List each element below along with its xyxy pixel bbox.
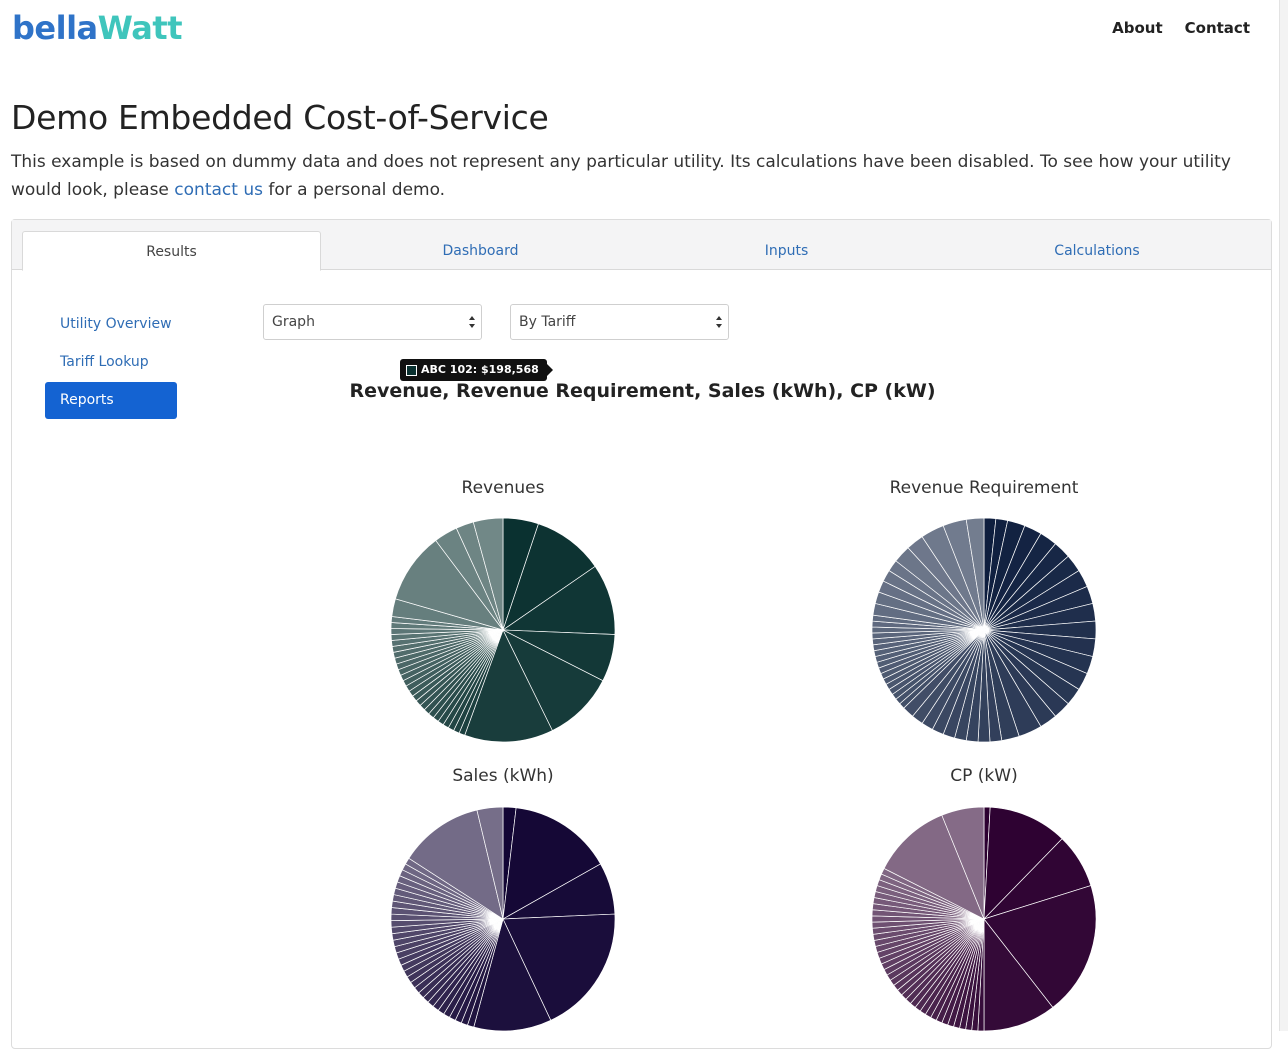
tooltip-text: ABC 102: $198,568 [421,363,539,376]
tooltip-swatch-icon [406,364,417,376]
pie-tooltip: ABC 102: $198,568 [400,359,553,381]
pie-charts [390,517,1097,1031]
